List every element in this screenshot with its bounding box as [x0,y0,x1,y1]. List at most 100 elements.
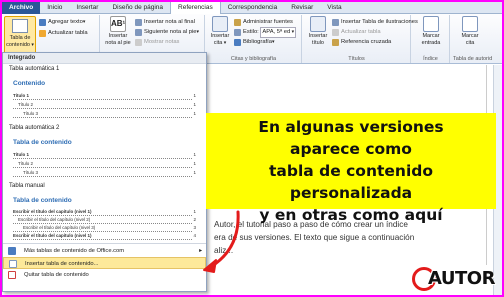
mostrar-notas-button[interactable]: Mostrar notas [135,38,179,47]
insertar-titulo-button[interactable]: Insertar título [305,16,331,46]
toc-line: Título 11 [13,150,196,159]
manual-table-preview[interactable]: Tabla de contenido Escribir el título de… [9,193,200,242]
refresh-icon [39,30,46,37]
referencia-cruzada-label: Referencia cruzada [341,39,392,45]
callout-line-3: tabla de contenido personalizada [268,162,434,202]
refresh-icon [332,29,339,36]
footnote-icon: AB¹ [110,16,126,32]
insert-custom-toc-label: Insertar tabla de contenido... [25,261,99,267]
manual-table-title: Tabla manual [9,183,45,189]
estilo-selector[interactable]: Estilo: APA, 5ª ed [234,27,297,38]
caption-icon [310,16,326,32]
tab-correspondencia[interactable]: Correspondencia [221,2,285,14]
group-citas-label: Citas y bibliografía [230,56,277,62]
insertar-tabla-ilustraciones-button[interactable]: Insertar Tabla de ilustraciones [332,18,418,27]
bibliografia-label: Bibliografía [243,39,273,45]
tab-referencias[interactable]: Referencias [170,2,221,14]
callout-line-1: En algunas versiones [258,118,444,136]
more-office-tables-item[interactable]: Más tablas de contenido de Office.com ▸ [3,245,206,257]
actualizar-tabla-label: Actualizar tabla [48,30,88,36]
toc-line: Escribir el título del capítulo (nivel 1… [13,232,196,240]
insertar-tabla-ilustraciones-label: Insertar Tabla de ilustraciones [341,19,418,25]
actualizar-tabla2-button[interactable]: Actualizar tabla [332,28,381,37]
citation-icon [212,16,228,32]
endnote-icon [135,19,142,26]
add-text-icon [39,19,46,26]
group-citas: Insertar cita Administrar fuentes Estilo… [206,15,302,63]
remove-toc-item[interactable]: Quitar tabla de contenido [3,269,206,281]
show-notes-icon [135,39,142,46]
marcar-cita-button[interactable]: Marcar cita [457,16,483,46]
tab-revisar[interactable]: Revisar [284,2,320,14]
toc-button[interactable]: Tabla de contenido [4,16,36,56]
insertar-cita-label: Insertar cita [211,33,230,46]
tab-inicio[interactable]: Inicio [40,2,69,14]
actualizar-tabla-button[interactable]: Actualizar tabla [39,29,88,38]
tab-vista[interactable]: Vista [320,2,348,14]
toc-line: Escribir el título del capítulo (nivel 2… [13,216,196,224]
estilo-label: Estilo: [243,29,259,35]
toc-line: Título 21 [13,100,196,109]
toc-line: Título 21 [13,159,196,168]
insertar-nota-final-label: Insertar nota al final [144,19,195,25]
table-of-figures-icon [332,19,339,26]
group-titulos-label: Títulos [348,56,365,62]
toc-gallery-menu: Integrado Tabla automática 1 Contenido T… [2,52,207,292]
cross-reference-icon [332,39,339,46]
insertar-cita-button[interactable]: Insertar cita [208,16,232,46]
administrar-fuentes-button[interactable]: Administrar fuentes [234,18,293,27]
marcar-cita-label: Marcar cita [461,33,479,46]
agregar-texto-button[interactable]: Agregar texto [39,18,85,27]
insertar-nota-final-button[interactable]: Insertar nota al final [135,18,195,27]
more-office-tables-label: Más tablas de contenido de Office.com [24,248,125,254]
manage-sources-icon [234,19,241,26]
bibliografia-button[interactable]: Bibliografía [234,38,275,47]
group-indice: Marcar entrada Índice [412,15,450,63]
toc-button-label: Tabla de contenido [6,35,34,48]
mark-citation-icon [462,16,478,32]
office-icon [8,247,16,255]
tab-diseno[interactable]: Diseño de página [105,2,170,14]
submenu-arrow-icon: ▸ [199,248,202,254]
group-tabla-autoridades: Marcar cita Tabla de autorid [451,15,502,63]
tab-archivo[interactable]: Archivo [2,2,41,14]
menu-section-header: Integrado [3,53,206,64]
group-titulos: Insertar título Insertar Tabla de ilustr… [303,15,418,63]
auto-table-2-heading: Tabla de contenido [13,139,72,146]
toc-line: Título 11 [13,91,196,100]
auto-table-2-preview[interactable]: Tabla de contenido Título 11 Título 21 T… [9,135,200,179]
next-footnote-icon [135,29,142,36]
referencia-cruzada-button[interactable]: Referencia cruzada [332,38,391,47]
toc-line: Título 31 [13,109,196,118]
mark-entry-icon [423,16,439,32]
logo-text: AUTOR [428,268,495,289]
auto-table-1-preview[interactable]: Contenido Título 11 Título 21 Título 31 [9,76,200,120]
autor-logo: AUTOR [412,265,496,293]
auto-table-2-title: Tabla automática 2 [9,125,60,131]
toc-icon [12,19,28,33]
toc-line: Escribir el título del capítulo (nivel 3… [13,224,196,232]
annotation-callout: En algunas versiones aparece como tabla … [206,113,496,224]
insertar-nota-pie-button[interactable]: AB¹ Insertar nota al pie [103,16,133,46]
style-icon [234,29,241,36]
marcar-entrada-label: Marcar entrada [421,33,441,46]
siguiente-nota-button[interactable]: Siguiente nota al pie [135,28,199,37]
group-indice-label: Índice [423,56,438,62]
callout-line-2: aparece como [290,140,412,158]
agregar-texto-label: Agregar texto [48,19,83,25]
auto-table-1-title: Tabla automática 1 [9,66,60,72]
siguiente-nota-label: Siguiente nota al pie [144,29,197,35]
insertar-titulo-label: Insertar título [308,33,328,46]
document-text-line-2: era de sus versiones. El texto que sigue… [214,233,415,242]
bibliography-icon [234,39,241,46]
estilo-value[interactable]: APA, 5ª ed [260,27,297,38]
administrar-fuentes-label: Administrar fuentes [243,19,293,25]
tab-insertar[interactable]: Insertar [69,2,105,14]
toc-line: Escribir el título del capítulo (nivel 1… [13,208,196,216]
ribbon-tabs: Archivo Inicio Insertar Diseño de página… [2,2,502,14]
toc-line: Título 31 [13,168,196,177]
auto-table-1-heading: Contenido [13,80,46,87]
insert-custom-toc-item[interactable]: Insertar tabla de contenido... [3,257,206,269]
remove-toc-icon [8,271,16,279]
marcar-entrada-button[interactable]: Marcar entrada [415,16,447,46]
